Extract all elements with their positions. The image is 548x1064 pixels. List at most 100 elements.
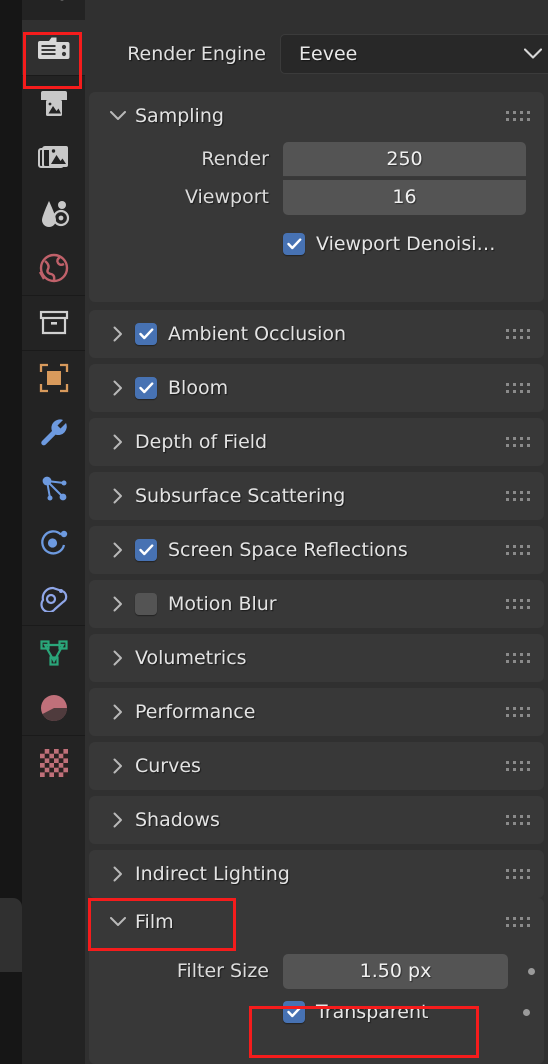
section-title: Ambient Occlusion [168,323,347,345]
grip-dots-icon[interactable] [506,545,530,555]
section-header[interactable]: Performance [89,688,544,736]
collection-tab[interactable] [22,295,85,350]
section-header[interactable]: Curves [89,742,544,790]
section-checkbox[interactable] [135,323,157,345]
grip-dots-icon[interactable] [506,599,530,609]
images-stack-icon [37,144,70,172]
section-header[interactable]: Volumetrics [89,634,544,682]
object-data-tab[interactable] [22,625,85,680]
physics-tab[interactable] [22,515,85,570]
section-header[interactable]: Shadows [89,796,544,844]
section-panel: Subsurface Scattering [89,472,544,520]
section-header[interactable]: Bloom [89,364,544,412]
render-samples-row: Render 250 [89,140,544,178]
material-sphere-icon [39,693,69,723]
sampling-panel-title: Sampling [135,105,224,127]
object-square-icon [39,363,69,393]
section-title: Curves [135,755,201,777]
grip-dots-icon[interactable] [506,815,530,825]
tool-tab[interactable] [22,0,85,20]
chevron-right-icon [101,434,135,450]
texture-tab[interactable] [22,735,85,790]
viewport-denoising-label: Viewport Denoisi… [316,233,496,255]
film-panel-header[interactable]: Film [89,898,544,946]
section-header[interactable]: Subsurface Scattering [89,472,544,520]
section-title: Bloom [168,377,229,399]
grip-dots-icon[interactable] [506,653,530,663]
section-header[interactable]: Motion Blur [89,580,544,628]
section-panel: Depth of Field [89,418,544,466]
grip-dots-icon[interactable] [506,491,530,501]
material-tab[interactable] [22,680,85,735]
section-checkbox[interactable] [135,539,157,561]
section-panel: Curves [89,742,544,790]
chevron-right-icon [101,704,135,720]
animate-property-dot-icon[interactable] [523,1008,530,1016]
chevron-right-icon [101,758,135,774]
properties-body: Render Engine Eevee Sampling Render 250 … [85,0,548,1064]
render-engine-value: Eevee [299,43,358,65]
grip-dots-icon[interactable] [506,383,530,393]
chevron-right-icon [101,866,135,882]
viewport-denoising-checkbox[interactable] [283,233,305,255]
world-tab[interactable] [22,240,85,295]
section-panel: Ambient Occlusion [89,310,544,358]
box-collection-icon [39,310,69,336]
constraints-tab[interactable] [22,570,85,625]
section-title: Motion Blur [168,593,277,615]
transparent-label: Transparent [316,1001,429,1023]
filter-size-field[interactable]: 1.50 px [283,953,508,989]
view-layer-tab[interactable] [22,130,85,185]
section-header[interactable]: Screen Space Reflections [89,526,544,574]
animate-property-dot-icon[interactable] [528,967,535,975]
section-title: Shadows [135,809,220,831]
section-title: Performance [135,701,256,723]
section-header[interactable]: Depth of Field [89,418,544,466]
section-panel: Shadows [89,796,544,844]
particles-tab[interactable] [22,460,85,515]
scene-cone-icon [38,198,70,228]
modifier-tab[interactable] [22,405,85,460]
viewport-samples-field[interactable]: 16 [283,179,526,215]
grip-dots-icon[interactable] [506,761,530,771]
tool-icon [39,0,69,20]
render-tab[interactable] [22,20,85,75]
render-samples-label: Render [201,148,269,170]
grip-dots-icon[interactable] [506,111,530,121]
adjacent-editor-panel [0,898,22,972]
sampling-panel: Sampling Render 250 Viewport 16 Viewport… [89,92,544,302]
chevron-right-icon [101,542,135,558]
object-tab[interactable] [22,350,85,405]
grip-dots-icon[interactable] [506,329,530,339]
render-engine-dropdown[interactable]: Eevee [280,34,548,74]
camera-back-icon [37,33,71,63]
wrench-icon [39,418,69,448]
section-title: Depth of Field [135,431,268,453]
viewport-denoising-row: Viewport Denoisi… [89,224,544,264]
scene-tab[interactable] [22,185,85,240]
grip-dots-icon[interactable] [506,437,530,447]
section-title: Indirect Lighting [135,863,290,885]
section-panel: Motion Blur [89,580,544,628]
film-panel-title: Film [135,911,174,933]
properties-tab-column[interactable] [22,0,85,1064]
section-checkbox[interactable] [135,593,157,615]
grip-dots-icon[interactable] [506,707,530,717]
world-globe-icon [38,252,70,284]
grip-dots-icon[interactable] [506,917,530,927]
adjacent-editor-sliver [0,0,22,1064]
section-panel: Volumetrics [89,634,544,682]
grip-dots-icon[interactable] [506,869,530,879]
render-samples-field[interactable]: 250 [283,141,526,177]
mesh-data-icon [39,639,69,667]
section-header[interactable]: Ambient Occlusion [89,310,544,358]
render-engine-row: Render Engine Eevee [85,30,548,78]
sampling-panel-header[interactable]: Sampling [89,92,544,140]
section-checkbox[interactable] [135,377,157,399]
output-tab[interactable] [22,75,85,130]
filter-size-label: Filter Size [176,960,269,982]
transparent-checkbox-row: Transparent [89,990,544,1034]
transparent-checkbox[interactable] [283,1001,305,1023]
viewport-samples-label: Viewport [184,186,269,208]
section-header[interactable]: Indirect Lighting [89,850,544,898]
